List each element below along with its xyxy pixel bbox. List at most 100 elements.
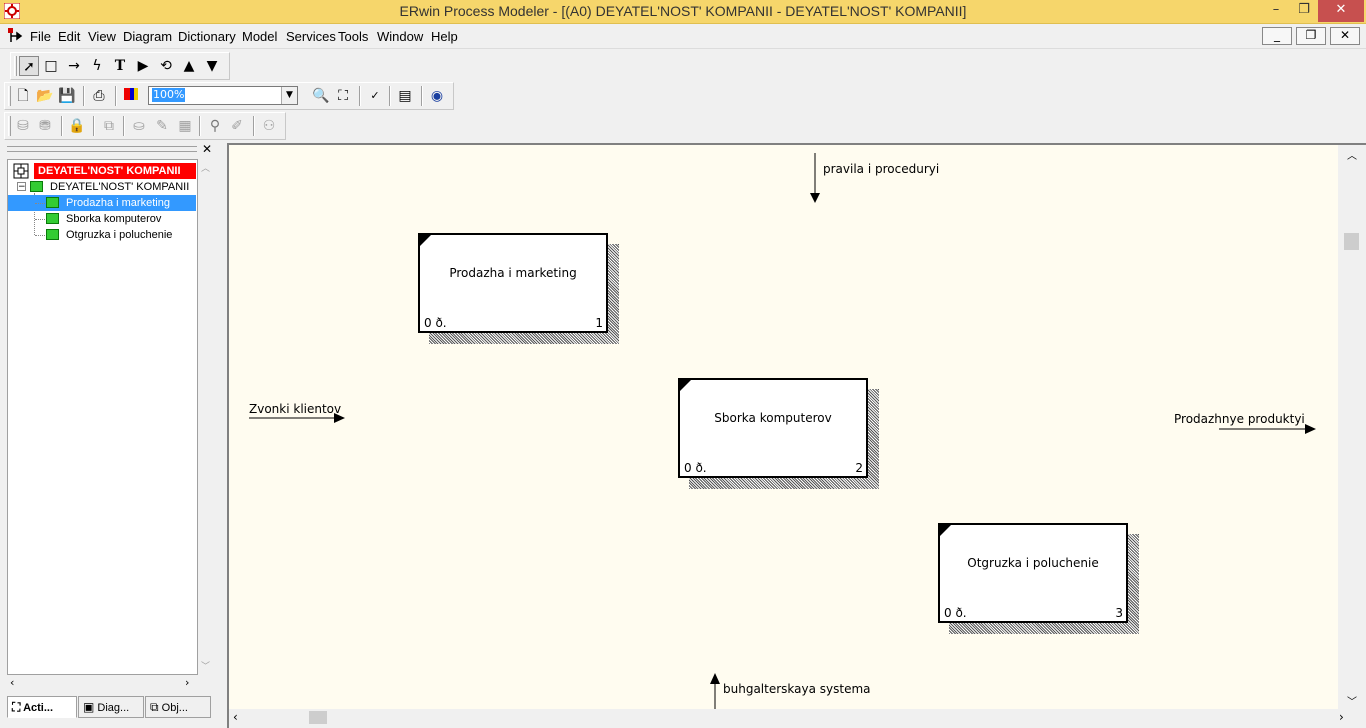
tree-root-model[interactable]: DEYATEL'NOST' KOMPANII	[34, 163, 196, 179]
mdi-close-button[interactable]: ✕	[1330, 27, 1360, 45]
activity-icon	[46, 197, 59, 208]
users-icon[interactable]: ⚲	[205, 116, 225, 136]
control-arrow-label[interactable]: pravila i proceduryi	[823, 162, 939, 176]
activity-box-2[interactable]: Sborka komputerov 0 ð. 2	[678, 378, 868, 478]
mechanism-arrow-label[interactable]: buhgalterskaya systema	[723, 682, 871, 696]
zoom-fit-icon[interactable]: ⛶	[333, 86, 353, 106]
menu-diagram[interactable]: Diagram	[123, 29, 172, 44]
pointer-tool-icon[interactable]: ➚	[19, 56, 39, 76]
output-arrow-label[interactable]: Prodazhnye produktyi	[1174, 412, 1305, 426]
menu-file[interactable]: File	[30, 29, 51, 44]
mdi-minimize-button[interactable]: _	[1262, 27, 1292, 45]
scroll-up-icon[interactable]: ︿	[1347, 147, 1357, 162]
model-explorer-icon[interactable]: ▤	[395, 86, 415, 106]
activity-tree: DEYATEL'NOST' KOMPANII − DEYATEL'NOST' K…	[7, 159, 198, 675]
document-icon[interactable]	[8, 28, 28, 44]
save-icon[interactable]: 💾	[57, 86, 77, 106]
tree-horizontal-scrollbar[interactable]: ‹ ›	[7, 675, 198, 691]
diagram-vertical-scrollbar[interactable]: ︿ ﹀	[1338, 145, 1366, 709]
spell-check-icon[interactable]: ✓	[365, 86, 385, 106]
text-tool-icon[interactable]: T	[110, 56, 130, 76]
window-title: ERwin Process Modeler - [(A0) DEYATEL'NO…	[399, 3, 967, 19]
diagrams-tab-icon: ▣	[83, 700, 95, 714]
idef0-canvas[interactable]: pravila i proceduryi Zvonki klientov Pro…	[229, 145, 1338, 709]
tab-activities[interactable]: ⛶ Acti...	[7, 696, 77, 718]
box-tool-icon[interactable]: □	[41, 56, 61, 76]
chevron-down-icon[interactable]: ▼	[281, 87, 297, 104]
tree-item-sborka[interactable]: Sborka komputerov	[64, 211, 161, 227]
open-icon[interactable]: 📂	[35, 86, 55, 106]
minimize-button[interactable]: –	[1262, 0, 1290, 22]
modelmart-toolbar: ⛁ ⛃ 🔒 ⧉ ⛀ ✎ ▦ ⚲ ✐ ⚇	[4, 112, 286, 140]
scroll-right-icon[interactable]: ›	[1339, 710, 1344, 724]
scroll-down-icon[interactable]: ﹀	[1347, 693, 1357, 708]
go-up-icon[interactable]: ▲	[179, 56, 199, 76]
library-icon: ▦	[178, 118, 192, 134]
tab-diagrams-label: Diag...	[97, 702, 130, 714]
tree-vertical-scrollbar[interactable]: ︿ ﹀	[198, 159, 213, 675]
maximize-button[interactable]: ❐	[1290, 0, 1318, 22]
catalog-icon: ⧉	[104, 118, 114, 134]
diagram-horizontal-scrollbar[interactable]: ‹ ›	[229, 709, 1344, 726]
activity-number: 3	[1115, 606, 1123, 620]
menu-help[interactable]: Help	[431, 29, 458, 44]
box-corner-icon	[680, 380, 691, 391]
box-corner-icon	[420, 235, 431, 246]
menu-view[interactable]: View	[88, 29, 116, 44]
menu-edit[interactable]: Edit	[58, 29, 80, 44]
scroll-up-icon[interactable]: ︿	[201, 161, 210, 174]
merge-icon: ⛀	[133, 118, 145, 134]
activity-name: Otgruzka i poluchenie	[967, 556, 1099, 570]
model-explorer-panel: ✕ DEYATEL'NOST' KOMPANII − DEYATEL'NOST'…	[4, 142, 216, 721]
activity-cost: 0 ð.	[424, 316, 447, 330]
title-bar: ERwin Process Modeler - [(A0) DEYATEL'NO…	[0, 0, 1366, 24]
group-icon: ⚇	[262, 118, 276, 134]
zoom-value: 100%	[152, 88, 186, 102]
activity-icon	[46, 213, 59, 224]
squiggle-tool-icon[interactable]: ϟ	[87, 56, 107, 76]
box-corner-icon	[940, 525, 951, 536]
activity-box-1[interactable]: Prodazha i marketing 0 ð. 1	[418, 233, 608, 333]
model-mart-icon[interactable]: ◉	[427, 86, 447, 106]
color-icon[interactable]	[121, 86, 141, 106]
tree-item-otgruzka[interactable]: Otgruzka i poluchenie	[64, 227, 172, 243]
menu-services[interactable]: Services	[286, 29, 336, 44]
rotate-icon[interactable]: ⟲	[156, 56, 176, 76]
scroll-left-icon[interactable]: ‹	[233, 710, 238, 724]
panel-close-icon[interactable]: ✕	[202, 142, 212, 156]
horizontal-scroll-thumb[interactable]	[309, 711, 327, 724]
close-button[interactable]: ✕	[1318, 0, 1364, 22]
drawing-toolbar: ➚ □ → ϟ T ▶ ⟲ ▲ ▼	[10, 52, 230, 80]
print-icon[interactable]: ⎙	[89, 86, 109, 106]
connect-icon: ⛁	[17, 118, 29, 134]
new-icon[interactable]: 🗋	[13, 86, 33, 106]
menu-window[interactable]: Window	[377, 29, 423, 44]
collapse-icon[interactable]: −	[17, 182, 26, 192]
go-down-icon[interactable]: ▼	[202, 56, 222, 76]
menu-model[interactable]: Model	[242, 29, 277, 44]
model-icon	[13, 163, 29, 179]
activity-name: Sborka komputerov	[714, 411, 832, 425]
vertical-scroll-thumb[interactable]	[1344, 233, 1359, 250]
mdi-restore-button[interactable]: ❐	[1296, 27, 1326, 45]
input-arrow-label[interactable]: Zvonki klientov	[249, 402, 341, 416]
activity-box-3[interactable]: Otgruzka i poluchenie 0 ð. 3	[938, 523, 1128, 623]
activity-cost: 0 ð.	[684, 461, 707, 475]
tree-item-prodazha[interactable]: Prodazha i marketing	[64, 195, 170, 211]
menu-tools[interactable]: Tools	[338, 29, 368, 44]
zoom-select[interactable]: 100% ▼	[148, 86, 298, 105]
go-to-child-icon[interactable]: ▶	[133, 56, 153, 76]
scroll-left-icon[interactable]: ‹	[10, 676, 14, 689]
scroll-down-icon[interactable]: ﹀	[201, 659, 210, 672]
tree-item-parent[interactable]: DEYATEL'NOST' KOMPANII	[48, 179, 189, 195]
menu-dictionary[interactable]: Dictionary	[178, 29, 236, 44]
arrow-tool-icon[interactable]: →	[64, 56, 84, 76]
scroll-right-icon[interactable]: ›	[185, 676, 189, 689]
output-arrowhead	[1305, 424, 1316, 434]
mechanism-arrowhead	[710, 673, 720, 684]
tab-diagrams[interactable]: ▣ Diag...	[78, 696, 144, 718]
zoom-in-icon[interactable]: 🔍	[311, 86, 331, 106]
tab-objects[interactable]: ⧉ Obj...	[145, 696, 211, 718]
panel-grip[interactable]	[7, 146, 197, 152]
security-icon: ✐	[231, 118, 243, 134]
